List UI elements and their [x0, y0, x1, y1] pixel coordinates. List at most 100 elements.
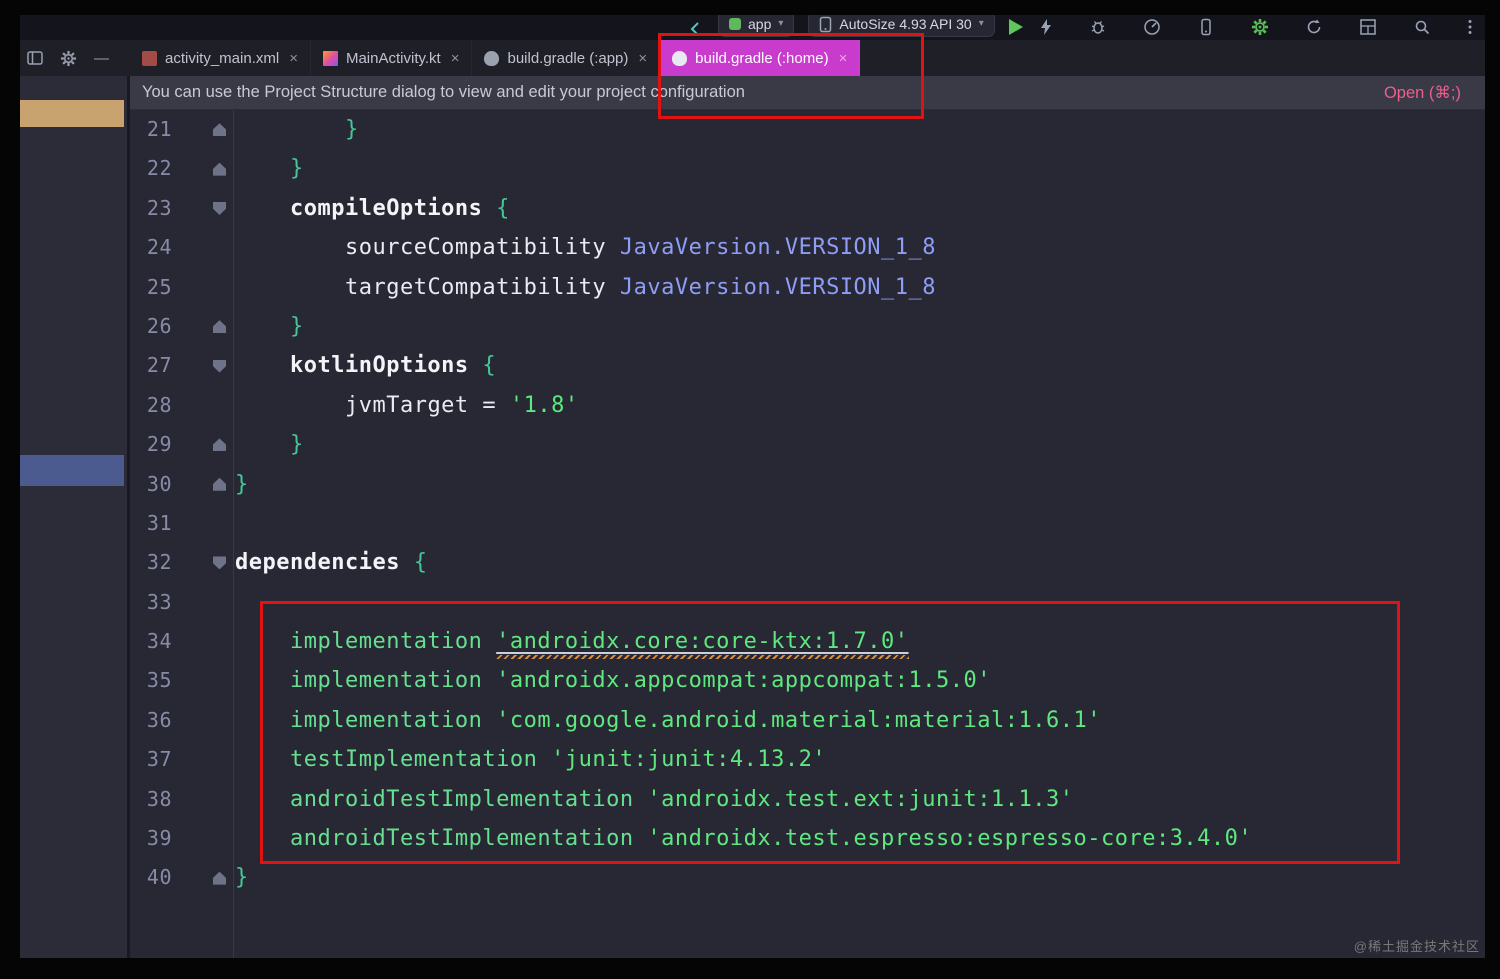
- xml-layout-icon: [142, 51, 157, 66]
- fold-marker-end[interactable]: [213, 163, 226, 176]
- close-icon[interactable]: ×: [638, 50, 647, 67]
- apply-changes-icon[interactable]: [1037, 18, 1053, 36]
- code-line-37: 37 testImplementation 'junit:junit:4.13.…: [130, 740, 1485, 779]
- code-text: androidTestImplementation 'androidx.test…: [233, 780, 1073, 819]
- tab-build-gradle-app[interactable]: build.gradle (:app)×: [472, 40, 660, 76]
- panel-highlighted-row[interactable]: [20, 100, 124, 127]
- code-text: }: [233, 110, 359, 149]
- device-selector[interactable]: AutoSize 4.93 API 30 ▾: [808, 15, 994, 37]
- tool-window-controls: —: [20, 40, 130, 76]
- module-selector[interactable]: app ▾: [718, 15, 794, 37]
- line-number: 36: [130, 701, 172, 740]
- tab-build-gradle-home[interactable]: build.gradle (:home)×: [660, 40, 860, 76]
- banner-open-link[interactable]: Open (⌘;): [1384, 83, 1461, 103]
- code-line-30: 30}: [130, 465, 1485, 504]
- minimize-icon[interactable]: —: [94, 50, 109, 67]
- device-label: AutoSize 4.93 API 30: [839, 16, 971, 32]
- screenshot: app ▾ AutoSize 4.93 API 30 ▾: [0, 0, 1500, 979]
- line-number: 37: [130, 740, 172, 779]
- code-line-31: 31: [130, 504, 1485, 543]
- code-text: implementation 'androidx.appcompat:appco…: [233, 661, 991, 700]
- device-manager-icon[interactable]: [1197, 18, 1215, 36]
- code-line-28: 28 jvmTarget = '1.8': [130, 386, 1485, 425]
- project-panel: [20, 76, 130, 958]
- gutter-cell: [172, 163, 233, 176]
- layout-inspector-icon[interactable]: [1359, 18, 1377, 36]
- fold-marker-start[interactable]: [213, 202, 226, 215]
- sync-icon[interactable]: [1305, 18, 1323, 36]
- fold-marker-end[interactable]: [213, 320, 226, 333]
- line-number: 21: [130, 110, 172, 149]
- kotlin-icon: [323, 51, 338, 66]
- gradle-icon: [484, 51, 499, 66]
- fold-marker-end[interactable]: [213, 872, 226, 885]
- fold-marker-start[interactable]: [213, 556, 226, 569]
- line-number: 39: [130, 819, 172, 858]
- gutter-cell: [172, 202, 233, 215]
- fold-marker-end[interactable]: [213, 478, 226, 491]
- settings-gear-icon[interactable]: [1251, 18, 1269, 36]
- code-line-34: 34 implementation 'androidx.core:core-kt…: [130, 622, 1485, 661]
- line-number: 25: [130, 268, 172, 307]
- line-number: 26: [130, 307, 172, 346]
- code-line-38: 38 androidTestImplementation 'androidx.t…: [130, 780, 1485, 819]
- code-line-23: 23 compileOptions {: [130, 189, 1485, 228]
- back-icon[interactable]: [688, 21, 704, 37]
- line-number: 22: [130, 149, 172, 188]
- notification-banner: You can use the Project Structure dialog…: [130, 76, 1485, 110]
- code-text: }: [233, 149, 304, 188]
- gutter-cell: [172, 438, 233, 451]
- gutter-cell: [172, 360, 233, 373]
- code-text: }: [233, 425, 304, 464]
- code-text: testImplementation 'junit:junit:4.13.2': [233, 740, 826, 779]
- code-text: jvmTarget = '1.8': [233, 386, 579, 425]
- tab-mainactivity-kt[interactable]: MainActivity.kt×: [311, 40, 473, 76]
- code-text: implementation 'com.google.android.mater…: [233, 701, 1101, 740]
- line-number: 40: [130, 858, 172, 897]
- editor[interactable]: 21 }22 }23 compileOptions {24 sourceComp…: [130, 110, 1485, 958]
- code-line-27: 27 kotlinOptions {: [130, 346, 1485, 385]
- tab-activity-main-xml[interactable]: activity_main.xml ×: [130, 40, 311, 76]
- gear-icon[interactable]: [60, 50, 77, 67]
- fold-marker-start[interactable]: [213, 360, 226, 373]
- line-number: 33: [130, 583, 172, 622]
- run-icon[interactable]: [1009, 19, 1023, 35]
- close-icon[interactable]: ×: [289, 50, 298, 67]
- line-number: 23: [130, 189, 172, 228]
- fold-marker-end[interactable]: [213, 123, 226, 136]
- code-text: compileOptions {: [233, 189, 510, 228]
- profiler-icon[interactable]: [1143, 18, 1161, 36]
- tab-bar: — activity_main.xml×MainActivity.kt×buil…: [20, 40, 1485, 76]
- search-icon[interactable]: [1413, 18, 1431, 36]
- gutter-cell: [172, 556, 233, 569]
- watermark: @稀土掘金技术社区: [1354, 936, 1480, 955]
- line-number: 32: [130, 543, 172, 582]
- banner-message: You can use the Project Structure dialog…: [142, 83, 745, 102]
- code-line-26: 26 }: [130, 307, 1485, 346]
- tab-label: activity_main.xml: [165, 50, 279, 67]
- gutter-separator: [233, 110, 234, 958]
- code-text: kotlinOptions {: [233, 346, 496, 385]
- close-icon[interactable]: ×: [451, 50, 460, 67]
- code-line-36: 36 implementation 'com.google.android.ma…: [130, 701, 1485, 740]
- panel-selected-row[interactable]: [20, 455, 124, 486]
- code-text: }: [233, 307, 304, 346]
- device-icon: [819, 16, 832, 33]
- code-text: androidTestImplementation 'androidx.test…: [233, 819, 1252, 858]
- bug-icon[interactable]: [1089, 18, 1107, 36]
- line-number: 34: [130, 622, 172, 661]
- code-line-22: 22 }: [130, 149, 1485, 188]
- gradle-icon: [672, 51, 687, 66]
- more-options-icon[interactable]: [1467, 18, 1473, 36]
- close-icon[interactable]: ×: [839, 50, 848, 67]
- line-number: 28: [130, 386, 172, 425]
- project-tool-window-icon[interactable]: [27, 51, 43, 65]
- code-line-21: 21 }: [130, 110, 1485, 149]
- code-text: dependencies {: [233, 543, 427, 582]
- module-label: app: [748, 16, 771, 32]
- code-text: targetCompatibility JavaVersion.VERSION_…: [233, 268, 936, 307]
- code-line-33: 33: [130, 583, 1485, 622]
- code-text: implementation 'androidx.core:core-ktx:1…: [233, 622, 909, 661]
- fold-marker-end[interactable]: [213, 438, 226, 451]
- code-area: 21 }22 }23 compileOptions {24 sourceComp…: [130, 110, 1485, 958]
